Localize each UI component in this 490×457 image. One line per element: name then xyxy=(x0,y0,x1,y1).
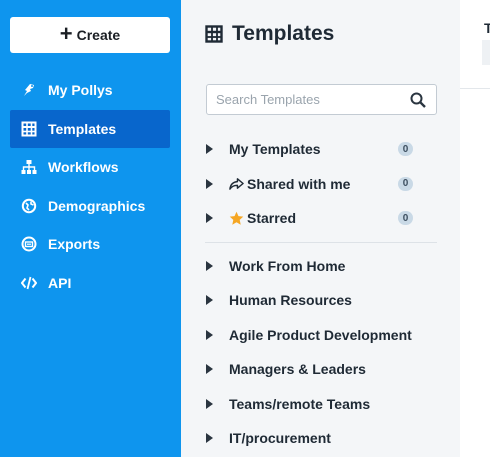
sidebar-item-label: API xyxy=(48,274,72,291)
search-icon[interactable] xyxy=(410,92,426,108)
search-input[interactable] xyxy=(216,92,396,107)
star-icon xyxy=(229,211,244,225)
templates-panel: Templates My Templates 0 Shared with me … xyxy=(181,0,460,457)
demographics-icon xyxy=(21,198,37,214)
caret-right-icon xyxy=(206,295,213,306)
divider xyxy=(205,241,437,243)
category-label: Teams/remote Teams xyxy=(229,395,371,412)
page-title-text: Templates xyxy=(232,22,335,45)
folder-label: My Templates xyxy=(229,141,398,157)
polly-icon xyxy=(21,82,37,98)
folder-my-templates[interactable]: My Templates 0 xyxy=(205,132,437,167)
sidebar-item-label: Exports xyxy=(48,236,101,253)
caret-right-icon xyxy=(206,260,213,271)
sidebar-nav: My Pollys Templates Workflows Demographi… xyxy=(10,71,170,302)
folder-label-text: Shared with me xyxy=(247,175,351,192)
category-label: Work From Home xyxy=(229,257,346,274)
caret-right-icon xyxy=(206,433,213,444)
main-content: T xyxy=(460,0,490,457)
folder-label-text: My Templates xyxy=(229,141,321,158)
create-button[interactable]: + Create xyxy=(10,17,170,53)
caret-right-icon xyxy=(206,329,213,340)
category-managers-leaders[interactable]: Managers & Leaders xyxy=(205,352,437,387)
category-label: IT/procurement xyxy=(229,430,331,447)
category-label: Human Resources xyxy=(229,292,352,309)
count-badge: 0 xyxy=(398,211,413,226)
sidebar-item-exports[interactable]: Exports xyxy=(10,225,170,264)
caret-right-icon xyxy=(206,213,213,224)
share-icon xyxy=(229,178,244,191)
sidebar-item-api[interactable]: API xyxy=(10,264,170,303)
exports-icon xyxy=(21,236,37,252)
caret-right-icon xyxy=(206,144,213,155)
workflows-icon xyxy=(21,159,37,175)
sidebar-item-label: Demographics xyxy=(48,197,146,214)
category-work-from-home[interactable]: Work From Home xyxy=(205,249,437,284)
plus-icon: + xyxy=(59,21,73,46)
count-badge: 0 xyxy=(398,142,413,157)
folder-label: Starred xyxy=(229,210,398,226)
code-icon xyxy=(21,275,37,291)
caret-right-icon xyxy=(206,178,213,189)
category-it-procurement[interactable]: IT/procurement xyxy=(205,421,437,456)
caret-right-icon xyxy=(206,364,213,375)
count-badge: 0 xyxy=(398,176,413,191)
folder-label-text: Starred xyxy=(247,210,297,227)
divider xyxy=(460,88,490,89)
toolbar-fragment xyxy=(482,40,490,65)
category-human-resources[interactable]: Human Resources xyxy=(205,283,437,318)
category-label: Managers & Leaders xyxy=(229,361,366,378)
category-label: Agile Product Development xyxy=(229,326,412,343)
sidebar-item-workflows[interactable]: Workflows xyxy=(10,148,170,187)
sidebar-item-label: Templates xyxy=(48,120,117,137)
sidebar: + Create My Pollys Templates Workflows D… xyxy=(0,0,181,457)
caret-right-icon xyxy=(206,398,213,409)
category-teams-remote-teams[interactable]: Teams/remote Teams xyxy=(205,387,437,422)
sidebar-item-label: Workflows xyxy=(48,159,119,176)
category-agile-product-development[interactable]: Agile Product Development xyxy=(205,318,437,353)
sidebar-item-label: My Pollys xyxy=(48,82,113,99)
folder-label: Shared with me xyxy=(229,176,398,192)
main-title-fragment: T xyxy=(484,20,490,36)
sidebar-item-templates[interactable]: Templates xyxy=(10,109,170,148)
sidebar-item-demographics[interactable]: Demographics xyxy=(10,187,170,226)
sidebar-item-my-pollys[interactable]: My Pollys xyxy=(10,71,170,110)
create-label: Create xyxy=(76,27,121,43)
templates-icon xyxy=(205,25,223,43)
template-folder-list: My Templates 0 Shared with me 0 Starred … xyxy=(205,132,437,456)
templates-icon xyxy=(21,121,37,137)
folder-starred[interactable]: Starred 0 xyxy=(205,201,437,236)
folder-shared-with-me[interactable]: Shared with me 0 xyxy=(205,167,437,202)
page-title: Templates xyxy=(205,22,334,46)
search-box xyxy=(206,84,437,115)
